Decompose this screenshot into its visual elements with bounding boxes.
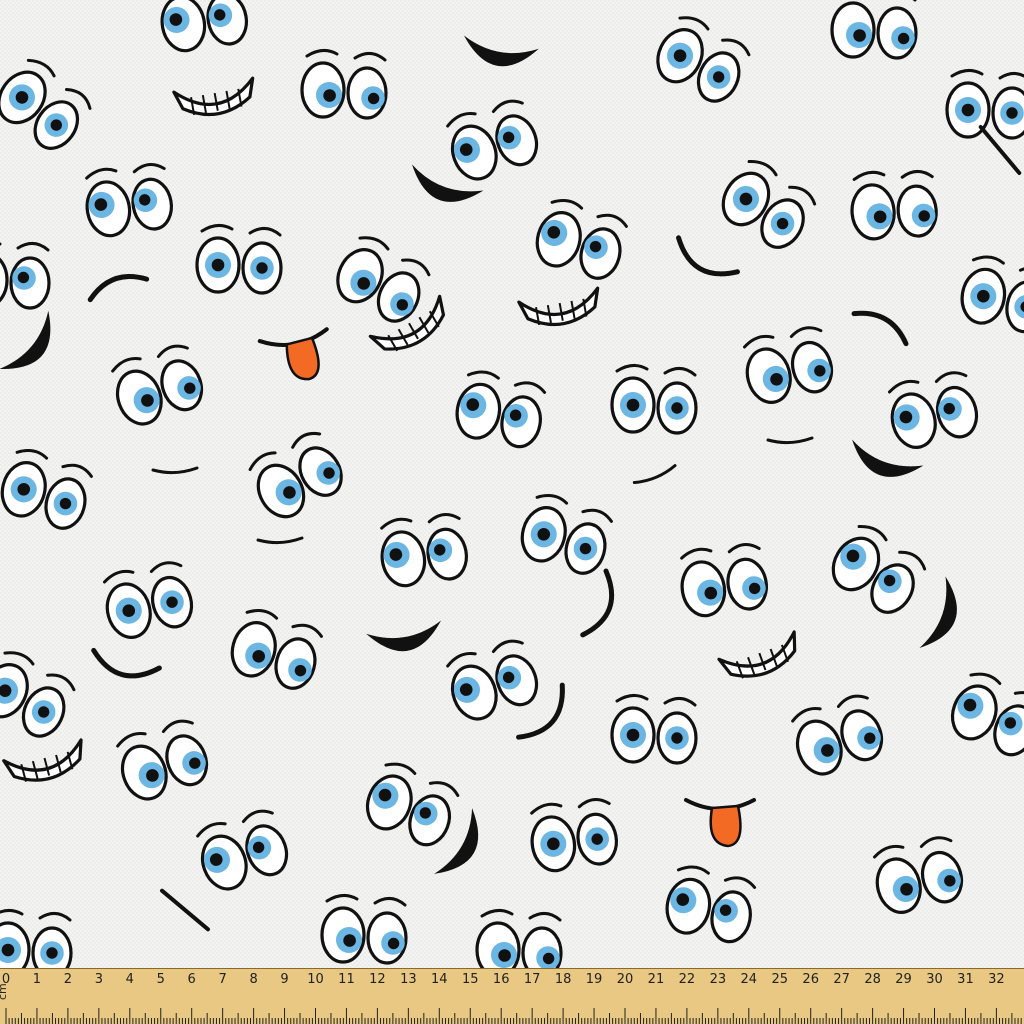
eye-pupil: [323, 89, 336, 102]
eye-pupil: [961, 103, 975, 117]
ruler-number: 5: [157, 972, 165, 987]
ruler-number: 10: [307, 972, 324, 987]
ruler-number: 2: [64, 972, 72, 987]
ruler-number: 27: [833, 972, 850, 987]
eye-pupil: [498, 949, 511, 962]
ruler-number: 32: [988, 972, 1005, 987]
ruler-number: 22: [679, 972, 696, 987]
eye-pupil: [542, 952, 555, 965]
ruler-number: 17: [524, 972, 541, 987]
eye: [610, 706, 656, 764]
eye: [656, 381, 698, 435]
eye: [991, 86, 1024, 140]
eye-pupil: [46, 947, 58, 959]
ruler-number: 24: [741, 972, 758, 987]
eye: [241, 241, 283, 295]
ruler-unit-label: cm: [0, 983, 9, 1000]
ruler-number: 7: [219, 972, 227, 987]
ruler-number: 4: [126, 972, 134, 987]
eye: [195, 236, 241, 294]
eye: [521, 926, 563, 968]
ruler-number: 16: [493, 972, 510, 987]
ruler-number: 8: [249, 972, 257, 987]
ruler-number: 29: [895, 972, 912, 987]
eye: [475, 921, 521, 968]
eye-pupil: [1, 943, 15, 957]
eye: [300, 61, 346, 119]
eye: [9, 256, 51, 310]
ruler-number: 21: [648, 972, 665, 987]
eye-pupil: [671, 402, 683, 414]
ruler-number: 25: [771, 972, 788, 987]
eye-pupil: [256, 262, 268, 274]
cartoon-faces-fabric: [0, 0, 1024, 968]
ruler-number: 30: [926, 972, 943, 987]
eye-pupil: [626, 398, 640, 412]
ruler-number: 13: [400, 972, 417, 987]
eye: [366, 911, 408, 965]
eye: [31, 926, 73, 968]
fabric-photo: 0 1 2 3 4 5 6 7 8 9 10 11 12 13 14 15 16 17 18 19 20 21 22 23 24…: [0, 0, 1024, 1024]
eye-pupil: [1006, 107, 1018, 119]
ruler-number: 28: [864, 972, 881, 987]
eye: [830, 1, 876, 59]
ruler-number: 12: [369, 972, 386, 987]
eye-pupil: [211, 258, 225, 272]
eye: [656, 711, 698, 765]
ruler-number: 11: [338, 972, 355, 987]
eye: [346, 66, 388, 120]
ruler-number: 20: [617, 972, 634, 987]
eye-pupil: [343, 934, 356, 947]
eye-pupil: [387, 937, 400, 950]
ruler-number: 15: [462, 972, 479, 987]
eye-pupil: [853, 29, 866, 42]
ruler-number: 19: [586, 972, 603, 987]
eye-pupil: [897, 32, 910, 45]
eye: [610, 376, 656, 434]
eye-pupil: [367, 92, 380, 105]
eye: [876, 6, 918, 60]
ruler-number: 9: [280, 972, 288, 987]
ruler-number: 26: [802, 972, 819, 987]
ruler-number: 23: [710, 972, 727, 987]
eye-pupil: [626, 728, 640, 742]
eye-pupil: [671, 732, 683, 744]
ruler-number: 3: [95, 972, 103, 987]
eye-pupil: [17, 271, 30, 284]
ruler-number: 18: [555, 972, 572, 987]
ruler-number: 6: [188, 972, 196, 987]
measuring-ruler: 0 1 2 3 4 5 6 7 8 9 10 11 12 13 14 15 16 17 18 19 20 21 22 23 24…: [0, 968, 1024, 1024]
ruler-number: 1: [33, 972, 41, 987]
ruler-number: 14: [431, 972, 448, 987]
tongue: [709, 804, 742, 848]
ruler-number: 31: [957, 972, 974, 987]
eye: [320, 906, 366, 964]
